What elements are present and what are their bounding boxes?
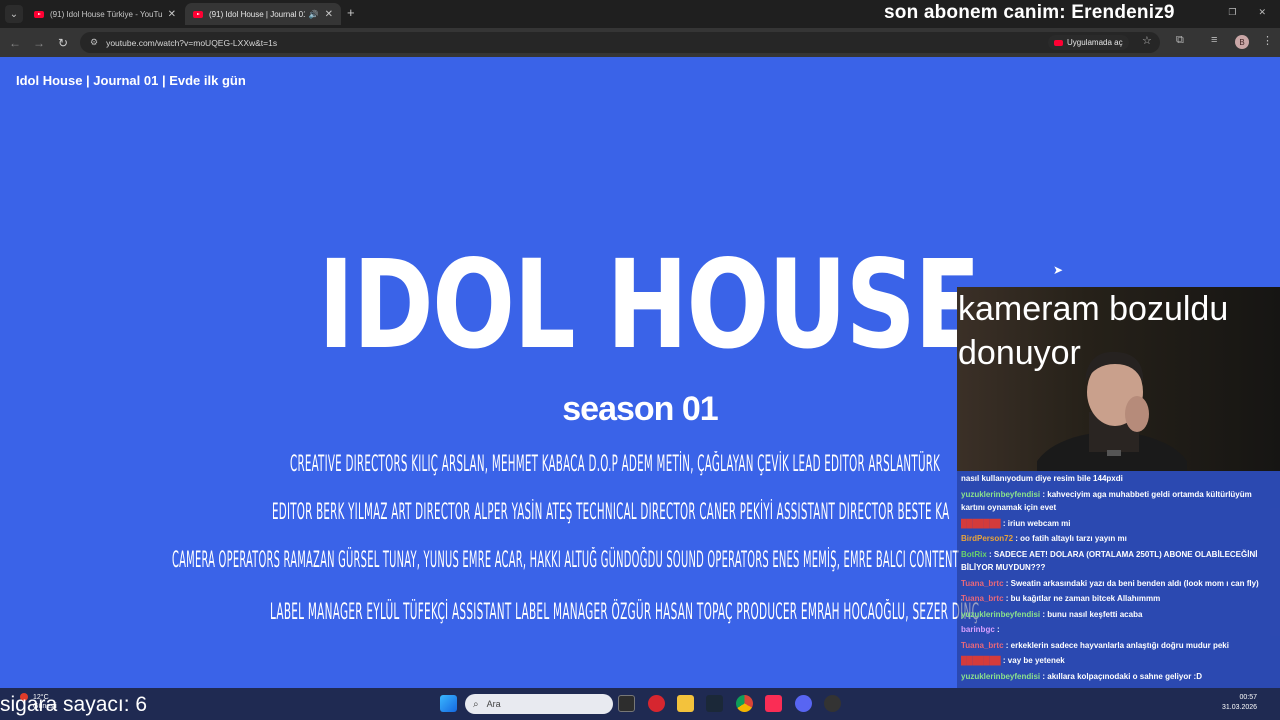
chat-text: : iriun webcam mi [1002, 518, 1071, 528]
taskbar [0, 688, 1280, 720]
url-text[interactable]: youtube.com/watch?v=moUQEG-LXXw&t=1s [106, 38, 277, 48]
chat-message: Tuana_brtc : Sweatin arkasındaki yazı da… [957, 576, 1280, 592]
discord-icon[interactable] [795, 695, 812, 712]
cigarette-counter: sigara sayacı: 6 [0, 693, 148, 716]
menu-icon[interactable]: ⋮ [1262, 34, 1273, 47]
chat-text: : bunu nasıl keşfetti acaba [1042, 609, 1143, 619]
mouse-cursor-icon: ➤ [1053, 263, 1064, 277]
music-icon[interactable] [765, 695, 782, 712]
app-icon[interactable] [648, 695, 665, 712]
video-title: Idol House | Journal 01 | Evde ilk gün [16, 73, 246, 88]
chat-message: BotRix : SADECE AET! DOLARA (ORTALAMA 25… [957, 547, 1280, 576]
credits-line: EDITOR BERK YILMAZ ART DIRECTOR ALPER YA… [272, 500, 950, 525]
steam-icon[interactable] [706, 695, 723, 712]
address-bar[interactable]: ⚙ youtube.com/watch?v=moUQEG-LXXw&t=1s [80, 32, 1160, 53]
profile-avatar[interactable]: B [1235, 35, 1249, 49]
chat-message: nasıl kullanıyodum diye resim bile 144px… [957, 471, 1280, 487]
open-in-app-label: Uygulamada aç [1067, 38, 1123, 47]
media-control-icon[interactable]: ≡ [1211, 34, 1217, 46]
chat-message: yuzuklerinbeyfendisi : akıllara kolpaçın… [957, 669, 1280, 685]
extensions-icon[interactable]: ⧉ [1176, 34, 1184, 47]
chat-username[interactable]: yuzuklerinbeyfendisi [961, 610, 1040, 619]
credits-line: CREATIVE DIRECTORS KILIÇ ARSLAN, MEHMET … [290, 452, 941, 477]
windows-start-icon[interactable] [440, 695, 457, 712]
close-window-icon[interactable]: ✕ [1258, 7, 1266, 18]
chat-message: yuzuklerinbeyfendisi : bunu nasıl keşfet… [957, 607, 1280, 623]
chat-username[interactable]: ███████ [961, 519, 1001, 528]
chat-username[interactable]: Tuana_brtc [961, 641, 1004, 650]
chat-username[interactable]: BirdPerson72 [961, 534, 1013, 543]
chat-text: : SADECE AET! DOLARA (ORTALAMA 250TL) AB… [961, 549, 1258, 572]
chat-username[interactable]: Tuana_brtc [961, 594, 1004, 603]
tab-idol-house-turkiye[interactable]: (91) Idol House Türkiye - YouTube ✕ [26, 3, 184, 25]
chat-message: BirdPerson72 : oo fatih altaylı tarzı ya… [957, 531, 1280, 547]
chat-text: : erkeklerin sadece hayvanlarla anlaştığ… [1005, 640, 1229, 650]
file-explorer-icon[interactable] [677, 695, 694, 712]
bookmark-star-icon[interactable]: ☆ [1142, 34, 1152, 47]
youtube-icon [1054, 39, 1063, 46]
chat-username[interactable]: yuzuklerinbeyfendisi [961, 490, 1040, 499]
screen: { "browser": { "tabs": [ {"title": "(91)… [0, 0, 1280, 720]
back-icon[interactable]: ← [3, 36, 27, 50]
chat-message: Tuana_brtc : erkeklerin sadece hayvanlar… [957, 638, 1280, 654]
webcam-text-overlay: kameram bozuldu donuyor [958, 287, 1228, 375]
search-icon: ⌕ [473, 698, 479, 710]
chrome-icon[interactable] [736, 695, 753, 712]
chat-message: yuzuklerinbeyfendisi : kahveciyim aga mu… [957, 487, 1280, 516]
chat-username[interactable]: BotRix [961, 550, 987, 559]
chat-text: : [997, 625, 1000, 634]
webcam-text-line: kameram bozuldu [958, 290, 1229, 328]
chat-message: barinbgc : [957, 622, 1280, 638]
idol-house-logo: IDOL HOUSE [318, 234, 981, 376]
chat-username[interactable]: ███████ [961, 656, 1001, 665]
tab-journal-01[interactable]: (91) Idol House | Journal 01 | Evde ilk … [185, 3, 341, 25]
credits-line: LABEL MANAGER EYLÜL TÜFEKÇİ ASSISTANT LA… [270, 600, 980, 625]
chat-message: Tuana_brtc : bu kağıtlar ne zaman bitcek… [957, 591, 1280, 607]
task-view-icon[interactable] [618, 695, 635, 712]
subscriber-banner: son abonem canim: Erendeniz9 [884, 2, 1175, 23]
tab-title: (91) Idol House | Journal 01 | Evde ilk … [209, 9, 305, 19]
youtube-icon [34, 10, 44, 18]
webcam-feed: kameram bozuldu donuyor [957, 287, 1280, 471]
chat-username[interactable]: yuzuklerinbeyfendisi [961, 672, 1040, 681]
chat-text: : oo fatih altaylı tarzı yayın mı [1015, 534, 1127, 543]
clock-date: 31.03.2026 [1222, 704, 1258, 711]
close-tab-icon[interactable]: ✕ [168, 9, 176, 20]
chat-message: ███████ : iriun webcam mi [957, 516, 1280, 532]
chat-text: nasıl kullanıyodum diye resim bile 144px… [961, 474, 1123, 483]
site-info-icon[interactable]: ⚙ [90, 37, 98, 48]
webcam-text-line: donuyor [958, 334, 1081, 372]
restore-icon[interactable]: ❐ [1228, 7, 1236, 18]
chat-text: : bu kağıtlar ne zaman bitcek Allahımmm [1005, 594, 1161, 603]
close-tab-icon[interactable]: ✕ [325, 9, 333, 20]
chat-username[interactable]: Tuana_brtc [961, 579, 1004, 588]
forward-icon[interactable]: → [27, 36, 51, 50]
system-clock[interactable]: 00:57 31.03.2026 [1222, 693, 1257, 713]
chat-text: : Sweatin arkasındaki yazı da beni bende… [1005, 578, 1259, 588]
speaker-icon[interactable]: 🔊 [309, 10, 319, 19]
stream-chat: nasıl kullanıyodum diye resim bile 144px… [957, 471, 1280, 720]
chat-message: ███████ : vay be yetenek [957, 653, 1280, 669]
credits-line: CAMERA OPERATORS RAMAZAN GÜRSEL TUNAY, Y… [172, 548, 959, 573]
tab-title: (91) Idol House Türkiye - YouTube [50, 9, 162, 19]
chat-text: : akıllara kolpaçınodaki o sahne geliyor… [1042, 671, 1202, 681]
taskbar-search[interactable]: ⌕ Ara [465, 694, 613, 714]
open-in-app-button[interactable]: Uygulamada aç [1048, 35, 1129, 50]
reload-icon[interactable]: ↻ [51, 36, 75, 50]
new-tab-button[interactable]: + [347, 5, 355, 20]
search-placeholder: Ara [486, 699, 501, 709]
chat-username[interactable]: barinbgc [961, 625, 995, 634]
chat-text: : vay be yetenek [1002, 656, 1065, 665]
tab-search-button[interactable]: ⌄ [5, 5, 23, 23]
window-controls: ❐ ✕ [1228, 7, 1266, 18]
clock-time: 00:57 [1239, 694, 1258, 701]
youtube-icon [193, 10, 203, 18]
obs-icon[interactable] [824, 695, 841, 712]
